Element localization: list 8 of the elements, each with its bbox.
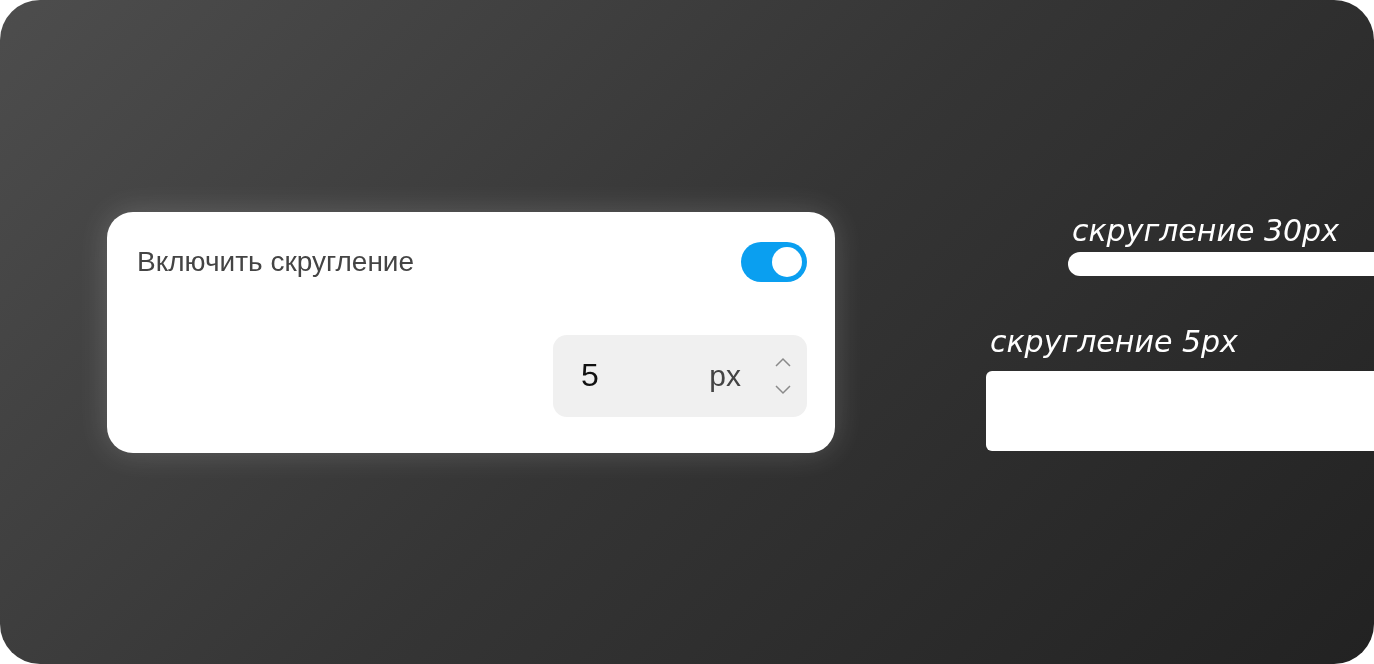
increment-icon[interactable] <box>775 356 791 367</box>
rounding-toggle[interactable] <box>741 241 807 282</box>
radius-input-field[interactable]: 5 px <box>553 334 807 417</box>
decrement-icon[interactable] <box>775 384 791 395</box>
setting-label: Включить скругление <box>137 245 415 278</box>
example-caption: скругление 5px <box>989 324 1239 359</box>
example-caption: скругление 30px <box>1071 213 1340 248</box>
unit-label: px <box>709 358 741 393</box>
